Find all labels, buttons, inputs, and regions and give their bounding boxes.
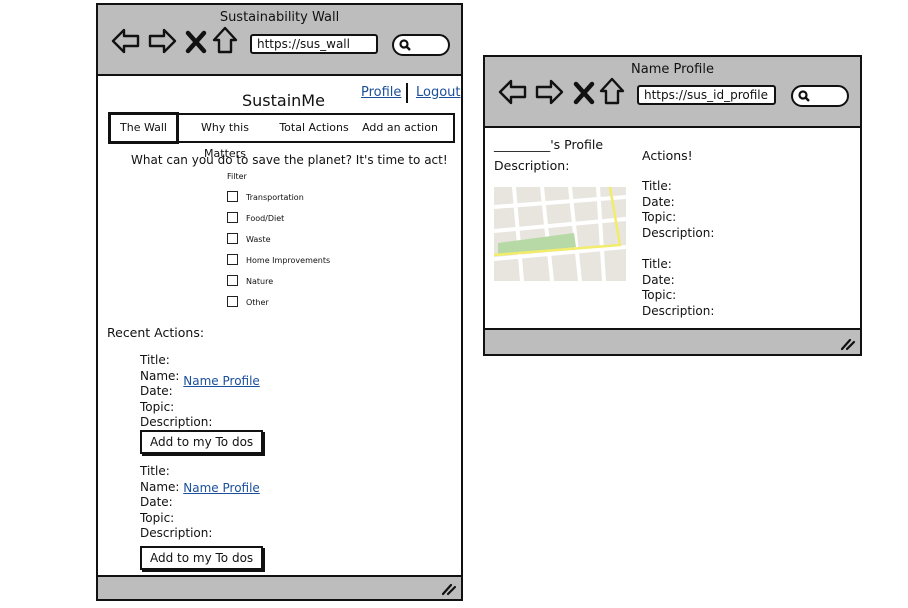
filter-checkbox-other[interactable]: [227, 296, 238, 307]
description-label: Description:: [642, 225, 715, 240]
filter-checkbox-home-improvements[interactable]: [227, 254, 238, 265]
topic-label: Topic:: [642, 288, 677, 303]
filter-label: Filter: [227, 172, 247, 181]
action-card: Title: Name: Name Profile Date: Topic: D…: [140, 353, 260, 431]
tab-why-this-matters[interactable]: Why this Matters: [182, 115, 268, 160]
resize-grip-icon[interactable]: [840, 337, 856, 351]
action-card: Title: Name: Name Profile Date: Topic: D…: [140, 464, 260, 542]
browser-toolbar: Name Profile https://sus_id_profile: [485, 57, 860, 128]
filter-checkbox-nature[interactable]: [227, 275, 238, 286]
profile-link[interactable]: Profile: [361, 85, 401, 100]
title-label: Title:: [642, 179, 672, 193]
filter-option-label: Transportation: [246, 193, 304, 202]
url-bar[interactable]: https://sus_wall: [250, 34, 378, 54]
url-bar[interactable]: https://sus_id_profile: [637, 85, 776, 105]
profile-action-card: Title: Date: Topic: Description:: [642, 179, 714, 241]
filter-checkbox-transportation[interactable]: [227, 191, 238, 202]
name-label: Name: Name Profile: [140, 479, 260, 495]
title-label: Title:: [140, 353, 170, 367]
tab-total-actions[interactable]: Total Actions: [277, 115, 351, 141]
logout-link[interactable]: Logout: [416, 85, 461, 100]
tab-add-an-action[interactable]: Add an action: [362, 115, 438, 141]
profile-action-card: Title: Date: Topic: Description:: [642, 257, 714, 319]
close-x-icon[interactable]: [572, 79, 596, 107]
description-label: Description:: [140, 526, 213, 541]
sustainability-wall-window: Sustainability Wall https://sus_wall Sus…: [96, 3, 463, 601]
profile-description-label: Description:: [494, 158, 570, 173]
add-to-todos-button[interactable]: Add to my To dos: [140, 430, 264, 454]
back-arrow-icon[interactable]: [498, 78, 528, 106]
search-box[interactable]: [392, 34, 450, 56]
status-bar: [98, 575, 461, 599]
map-image: [494, 187, 626, 281]
date-label: Date:: [642, 272, 675, 287]
browser-toolbar: Sustainability Wall https://sus_wall: [98, 5, 461, 76]
headline: What can you do to save the planet? It's…: [131, 153, 448, 167]
description-label: Description:: [642, 303, 715, 318]
status-bar: [485, 328, 860, 354]
topic-label: Topic:: [140, 399, 175, 414]
title-label: Title:: [642, 257, 672, 271]
topic-label: Topic:: [140, 510, 175, 525]
topic-label: Topic:: [642, 210, 677, 225]
search-icon: [399, 39, 411, 51]
name-label: Name: Name Profile: [140, 368, 260, 388]
back-arrow-icon[interactable]: [111, 27, 141, 55]
window-title: Name Profile: [631, 62, 714, 77]
filter-option-label: Nature: [246, 277, 274, 286]
recent-actions-heading: Recent Actions:: [107, 325, 205, 340]
actions-heading: Actions!: [642, 148, 693, 163]
add-to-todos-button[interactable]: Add to my To dos: [140, 546, 264, 570]
filter-option-label: Home Improvements: [246, 256, 331, 265]
filter-option-label: Food/Diet: [246, 214, 285, 223]
profile-heading: _________'s Profile: [494, 137, 604, 152]
filter-checkbox-food-diet[interactable]: [227, 212, 238, 223]
resize-grip-icon[interactable]: [441, 582, 457, 596]
title-label: Title:: [140, 464, 170, 478]
description-label: Description:: [140, 415, 213, 430]
name-profile-window: Name Profile https://sus_id_profile ____…: [483, 55, 862, 356]
name-profile-link[interactable]: Name Profile: [183, 481, 260, 495]
home-icon[interactable]: [599, 77, 625, 105]
header-divider: [406, 83, 408, 103]
filter-option-label: Other: [246, 298, 269, 307]
date-label: Date:: [140, 495, 173, 510]
forward-arrow-icon[interactable]: [534, 78, 564, 106]
home-icon[interactable]: [212, 26, 238, 54]
search-box[interactable]: [791, 85, 849, 107]
search-icon: [798, 90, 810, 102]
site-name: SustainMe: [242, 91, 325, 110]
close-x-icon[interactable]: [184, 28, 208, 56]
name-profile-link[interactable]: Name Profile: [183, 374, 260, 388]
filter-checkbox-waste[interactable]: [227, 233, 238, 244]
nav-tabs: The Wall Why this Matters Total Actions …: [108, 112, 455, 160]
date-label: Date:: [642, 194, 675, 209]
window-title: Sustainability Wall: [219, 10, 340, 25]
filter-option-label: Waste: [246, 235, 271, 244]
forward-arrow-icon[interactable]: [147, 27, 177, 55]
tab-the-wall[interactable]: The Wall: [108, 112, 179, 144]
